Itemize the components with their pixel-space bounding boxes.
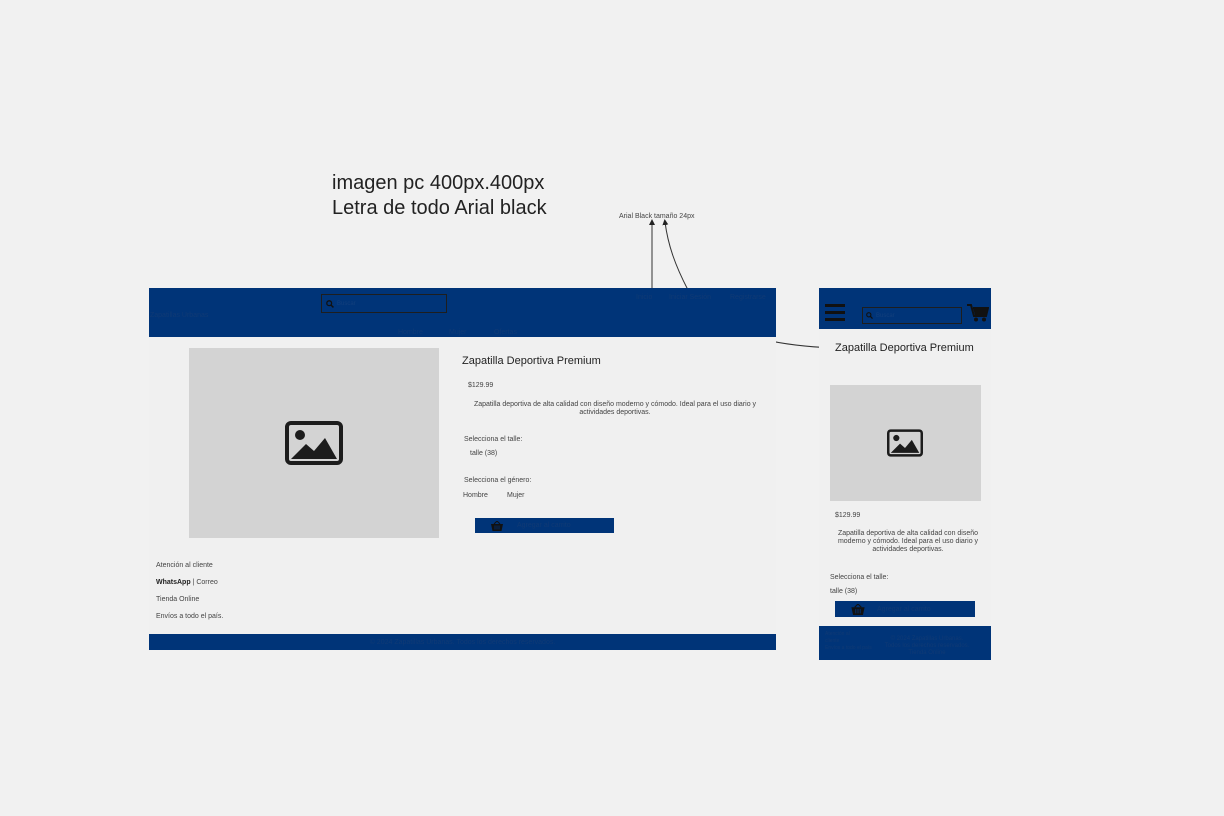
image-placeholder-icon	[887, 429, 923, 457]
email-link[interactable]: Correo	[196, 579, 217, 586]
mobile-add-to-cart-button[interactable]: Agregar al carrito	[835, 601, 975, 617]
desktop-footer: © 2024 Zapatillas Urbanas. Todos los der…	[149, 634, 776, 650]
mobile-product-description: Zapatilla deportiva de alta calidad con …	[831, 530, 985, 554]
footer-copyright: © 2024 Zapatillas Urbanas. Todos los der…	[369, 638, 556, 646]
info-shipping: Envíos a todo el país.	[156, 613, 224, 620]
mobile-footer-right-line3: Tienda Online	[908, 650, 946, 656]
desktop-header: Zapatillas Urbanas Buscar Inicio Iniciar…	[149, 288, 776, 337]
mobile-footer-right-line1: © 2024 Zapatillas Urbanas.	[890, 636, 964, 642]
basket-icon	[851, 603, 865, 615]
search-input[interactable]: Buscar	[321, 294, 447, 313]
nav-link-inicio[interactable]: Inicio	[636, 294, 652, 301]
size-label: Selecciona el talle:	[464, 436, 523, 443]
mobile-footer-right: © 2024 Zapatillas Urbanas. Todos los der…	[869, 636, 985, 657]
description-line2: actividades deportivas.	[579, 409, 651, 416]
product-price: $129.99	[468, 382, 494, 389]
search-icon	[326, 299, 334, 308]
info-store: Tienda Online	[156, 596, 200, 603]
category-ofertas[interactable]: Ofertas	[494, 329, 517, 336]
product-image-placeholder	[189, 348, 439, 538]
description-line1: Zapatilla deportiva de alta calidad con …	[473, 401, 757, 408]
mobile-description-line1: Zapatilla deportiva de alta calidad con …	[837, 530, 979, 537]
mobile-footer-left-line1: Atención al	[825, 631, 850, 637]
add-to-cart-label: Agregar al carrito	[517, 522, 571, 529]
category-mujer[interactable]: Mujer	[449, 329, 467, 336]
mobile-add-to-cart-label: Agregar al carrito	[877, 605, 931, 613]
info-customer-service: Atención al cliente	[156, 562, 213, 569]
basket-icon	[491, 520, 503, 531]
mobile-search-placeholder: Buscar	[876, 312, 895, 319]
gender-option-hombre[interactable]: Hombre	[463, 492, 488, 499]
mobile-header: Buscar	[819, 288, 991, 329]
category-hombre[interactable]: Hombre	[398, 329, 423, 336]
mobile-footer: Atención al cliente Envíos a todo el paí…	[819, 626, 991, 660]
mobile-mockup: Buscar Zapatilla Deportiva Premium $129.…	[819, 288, 991, 660]
search-icon	[866, 312, 873, 319]
mobile-size-select[interactable]: talle (38)	[830, 588, 857, 595]
nav-link-register[interactable]: Registrarse	[730, 294, 766, 301]
mobile-footer-left-line3: Envíos a todo el país	[825, 645, 872, 651]
nav-link-login[interactable]: Iniciar Sesión	[669, 294, 711, 301]
add-to-cart-button[interactable]: Agregar al carrito	[475, 518, 614, 533]
whatsapp-link[interactable]: WhatsApp	[156, 579, 191, 586]
product-description: Zapatilla deportiva de alta calidad con …	[462, 401, 768, 417]
gender-label: Selecciona el género:	[464, 477, 532, 484]
mobile-product-title: Zapatilla Deportiva Premium	[835, 342, 974, 354]
mobile-description-line2: moderno y cómodo. Ideal para el uso diar…	[837, 538, 979, 545]
mobile-footer-left: Atención al cliente Envíos a todo el paí…	[825, 631, 872, 652]
gender-option-mujer[interactable]: Mujer	[507, 492, 525, 499]
mobile-product-price: $129.99	[835, 512, 861, 519]
mobile-size-label: Selecciona el talle:	[830, 574, 889, 581]
brand-logo[interactable]: Zapatillas Urbanas	[150, 312, 208, 319]
mobile-search-input[interactable]: Buscar	[862, 307, 962, 324]
hamburger-menu-icon[interactable]	[825, 304, 845, 321]
mobile-footer-right-line2: Todos los derechos reservados.	[884, 643, 970, 649]
search-placeholder: Buscar	[337, 300, 356, 307]
image-placeholder-icon	[285, 421, 343, 465]
size-select[interactable]: talle (38)	[470, 450, 497, 457]
mobile-description-line3: actividades deportivas.	[872, 546, 944, 553]
mobile-footer-left-line2: cliente	[825, 638, 840, 644]
info-contact-links: WhatsApp | Correo	[156, 579, 218, 586]
mobile-product-image-placeholder	[830, 385, 981, 501]
cart-icon[interactable]	[967, 304, 989, 322]
product-title: Zapatilla Deportiva Premium	[462, 355, 601, 367]
desktop-mockup: Zapatillas Urbanas Buscar Inicio Iniciar…	[149, 288, 776, 650]
